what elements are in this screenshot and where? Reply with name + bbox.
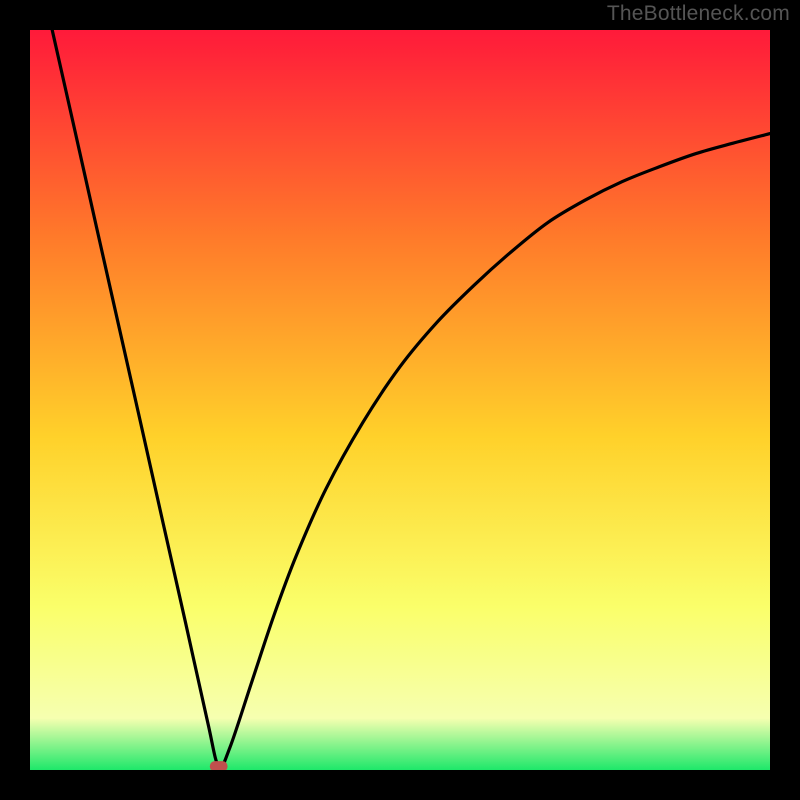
chart-frame: TheBottleneck.com [0, 0, 800, 800]
plot-area [30, 30, 770, 770]
gradient-background [30, 30, 770, 770]
chart-svg [30, 30, 770, 770]
watermark-text: TheBottleneck.com [607, 2, 790, 26]
min-point-marker [210, 761, 228, 770]
